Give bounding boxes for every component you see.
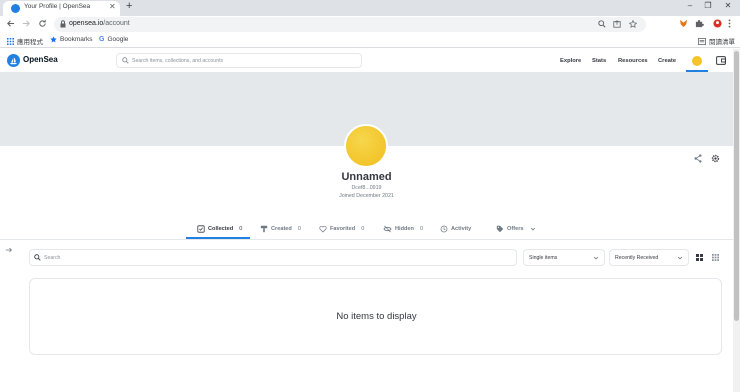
tab-label: Activity <box>451 226 472 232</box>
tab-label: Offers <box>507 226 524 232</box>
settings-gear-icon[interactable] <box>711 154 720 163</box>
chevron-down-icon <box>677 255 683 261</box>
bookmark-label: Google <box>107 36 129 43</box>
nav-explore[interactable]: Explore <box>560 58 581 64</box>
close-window-button[interactable]: ✕ <box>720 1 736 10</box>
bookmark-apps[interactable]: 應用程式 <box>7 36 43 46</box>
url-text: opensea.io/account <box>69 20 130 27</box>
item-type-value: Single items <box>529 255 558 261</box>
share-icon[interactable] <box>694 154 702 163</box>
site-header: OpenSea Search items, collections, and a… <box>0 49 733 72</box>
reading-list[interactable]: 閱讀清單 <box>698 36 735 46</box>
opensea-logo-icon[interactable] <box>7 54 20 67</box>
bookmark-label: 應用程式 <box>17 39 43 46</box>
small-grid-view-icon[interactable] <box>712 254 719 261</box>
new-tab-button[interactable]: + <box>126 0 132 12</box>
tab-offers[interactable]: Offers <box>496 225 536 233</box>
reload-icon[interactable] <box>38 19 47 28</box>
sort-select[interactable]: Recently Received <box>609 249 689 266</box>
page-scrollbar[interactable] <box>733 49 740 392</box>
browser-menu-icon[interactable] <box>728 19 731 28</box>
tab-created[interactable]: Created 0 <box>260 225 301 233</box>
heart-icon <box>319 225 327 233</box>
browser-tab[interactable]: Your Profile | OpenSea ✕ <box>3 1 120 16</box>
browser-tab-bar: Your Profile | OpenSea ✕ + – ❐ ✕ <box>0 0 740 16</box>
opensea-favicon-icon <box>11 4 20 13</box>
filter-expand-arrow-icon[interactable] <box>5 246 13 254</box>
tab-count: 0 <box>239 226 243 232</box>
lock-icon[interactable] <box>60 20 66 28</box>
nav-resources[interactable]: Resources <box>618 58 648 64</box>
search-placeholder: Search items, collections, and accounts <box>132 58 224 64</box>
eye-off-icon <box>383 225 392 233</box>
tab-hidden[interactable]: Hidden 0 <box>383 225 423 233</box>
minimize-button[interactable]: – <box>682 1 698 10</box>
search-placeholder: Search <box>44 255 61 261</box>
profile-name: Unnamed <box>341 171 392 183</box>
bookmark-star-icon[interactable] <box>629 20 637 28</box>
tab-favorited[interactable]: Favorited 0 <box>319 225 364 233</box>
nav-create[interactable]: Create <box>658 58 676 64</box>
google-icon: G <box>99 36 105 43</box>
wallet-address[interactable]: Dcef8...0919 <box>0 185 733 191</box>
tab-label: Favorited <box>330 226 356 232</box>
account-avatar[interactable] <box>692 56 702 66</box>
collected-icon <box>197 225 205 233</box>
nav-stats[interactable]: Stats <box>592 58 606 64</box>
tab-count: 0 <box>361 226 365 232</box>
tag-icon <box>496 225 504 233</box>
bookmarks-bar: 應用程式 Bookmarks G Google 閱讀清單 <box>0 33 740 48</box>
tab-close-icon[interactable]: ✕ <box>109 2 116 11</box>
reading-list-label: 閱讀清單 <box>709 39 735 46</box>
tab-label: Created <box>271 226 292 232</box>
bookmark-google[interactable]: G Google <box>99 36 128 43</box>
item-type-select[interactable]: Single items <box>523 249 605 266</box>
chevron-down-icon <box>531 227 536 231</box>
search-icon <box>34 254 41 261</box>
back-arrow-icon[interactable] <box>6 19 15 28</box>
maximize-button[interactable]: ❐ <box>700 1 716 10</box>
empty-state-message: No items to display <box>336 311 417 322</box>
search-icon <box>122 57 129 64</box>
brand-name[interactable]: OpenSea <box>23 55 58 64</box>
extensions-puzzle-icon[interactable] <box>695 19 704 28</box>
large-grid-view-icon[interactable] <box>696 254 703 261</box>
tab-label: Hidden <box>395 226 414 232</box>
tab-count: 0 <box>419 226 424 232</box>
joined-date: Joined December 2021 <box>339 193 394 199</box>
profile-avatar-icon[interactable] <box>713 19 722 28</box>
sort-value: Recently Received <box>615 255 659 261</box>
tabs-divider <box>0 239 733 240</box>
metamask-extension-icon[interactable] <box>679 19 688 28</box>
reading-list-icon <box>698 37 706 45</box>
share-page-icon[interactable] <box>613 20 621 28</box>
browser-toolbar: opensea.io/account <box>0 16 740 33</box>
empty-state-panel: No items to display <box>29 278 722 355</box>
browser-tab-title: Your Profile | OpenSea <box>24 3 91 10</box>
tab-activity[interactable]: Activity <box>440 225 471 233</box>
tab-count: 0 <box>297 226 301 232</box>
history-icon <box>440 225 448 233</box>
star-icon <box>50 36 57 43</box>
tab-collected[interactable]: Collected 0 <box>197 225 242 233</box>
zoom-search-icon[interactable] <box>598 20 606 28</box>
forward-arrow-icon[interactable] <box>22 19 31 28</box>
wallet-icon[interactable] <box>716 56 726 65</box>
scrollbar-thumb[interactable] <box>734 51 739 321</box>
tab-label: Collected <box>208 226 234 232</box>
items-search-input[interactable]: Search <box>29 249 517 266</box>
bookmark-label: Bookmarks <box>60 36 93 43</box>
brush-icon <box>260 225 268 233</box>
bookmark-bookmarks[interactable]: Bookmarks <box>50 36 93 43</box>
chevron-down-icon <box>593 255 599 261</box>
profile-avatar[interactable] <box>344 124 388 168</box>
apps-grid-icon <box>7 37 14 45</box>
site-search-input[interactable]: Search items, collections, and accounts <box>116 53 362 68</box>
address-bar[interactable]: opensea.io/account <box>54 17 646 32</box>
